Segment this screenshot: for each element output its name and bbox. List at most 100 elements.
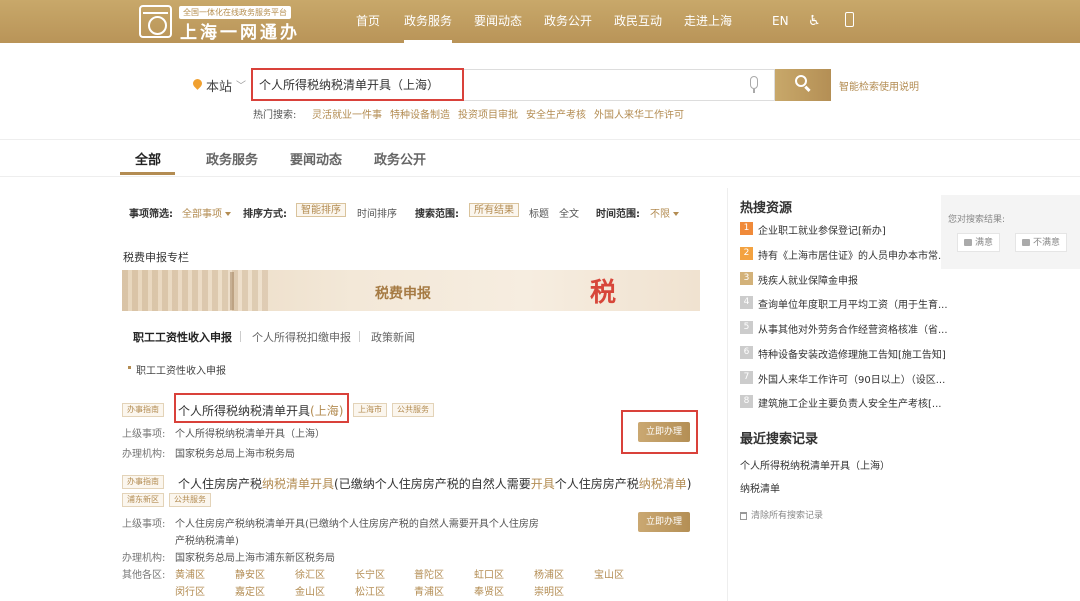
hot-search-item[interactable]: 投资项目审批 <box>458 106 518 121</box>
tab-active-indicator <box>120 172 175 175</box>
rank-badge: 6 <box>740 346 753 359</box>
district-link[interactable]: 徐汇区 <box>295 566 325 581</box>
filter-time-select[interactable]: 不限 <box>650 205 679 220</box>
mobile-icon[interactable] <box>845 12 854 27</box>
chevron-down-icon[interactable]: ﹀ <box>236 77 246 92</box>
rank-badge: 3 <box>740 272 753 285</box>
rank-badge: 4 <box>740 296 753 309</box>
hot-search-item[interactable]: 灵活就业一件事 <box>312 106 382 121</box>
recent-search-title: 最近搜索记录 <box>740 432 819 447</box>
hot-resource-item[interactable]: 特种设备安装改造修理施工告知[施工告知] <box>758 346 946 361</box>
hot-resource-item[interactable]: 建筑施工企业主要负责人安全生产考核[... <box>758 395 941 410</box>
filter-item-label: 事项筛选: <box>129 209 173 220</box>
tab-gov-open[interactable]: 政务公开 <box>374 149 426 168</box>
district-link[interactable]: 静安区 <box>235 566 265 581</box>
district-link[interactable]: 松江区 <box>355 583 385 598</box>
hot-resource-item[interactable]: 查询单位年度职工月平均工资（用于生育... <box>758 296 948 311</box>
section-link[interactable]: 职工工资性收入申报 <box>136 362 226 377</box>
parent-item-value: 个人所得税纳税清单开具（上海） <box>175 429 325 440</box>
subtab-policy-news[interactable]: 政策新闻 <box>371 329 415 345</box>
tab-news[interactable]: 要闻动态 <box>290 149 342 168</box>
scope-fulltext-option[interactable]: 全文 <box>559 205 579 220</box>
district-link[interactable]: 闵行区 <box>175 583 205 598</box>
divider <box>359 331 360 342</box>
hot-resource-item[interactable]: 从事其他对外劳务合作经营资格核准（省... <box>758 321 948 336</box>
rank-badge: 8 <box>740 395 753 408</box>
result-type-tag: 办事指南 <box>122 403 164 417</box>
thumbs-up-icon <box>964 239 972 246</box>
region-chip: 上海市 <box>353 403 387 417</box>
district-link[interactable]: 虹口区 <box>474 566 504 581</box>
recent-search-item[interactable]: 个人所得税纳税清单开具（上海） <box>740 457 890 472</box>
hot-search-item[interactable]: 安全生产考核 <box>526 106 586 121</box>
tab-gov-services[interactable]: 政务服务 <box>206 149 258 168</box>
district-link[interactable]: 长宁区 <box>355 566 385 581</box>
nav-interaction[interactable]: 政民互动 <box>614 0 662 43</box>
clear-history-link[interactable]: 清除所有搜索记录 <box>740 508 823 521</box>
feedback-panel <box>941 195 1080 269</box>
banner-title: 税费申报 <box>375 286 431 302</box>
logo-icon[interactable] <box>139 5 172 38</box>
logo-title[interactable]: 上海一网通办 <box>180 18 300 43</box>
unsatisfied-button[interactable]: 不满意 <box>1015 233 1068 252</box>
nav-news[interactable]: 要闻动态 <box>474 0 522 43</box>
lang-switch[interactable]: EN <box>772 0 789 43</box>
rank-badge: 5 <box>740 321 753 334</box>
district-link[interactable]: 黄浦区 <box>175 566 205 581</box>
search-icon[interactable] <box>795 75 807 87</box>
org-label: 办理机构: <box>122 553 166 564</box>
satisfied-button[interactable]: 满意 <box>957 233 1001 252</box>
thumbs-down-icon <box>1022 239 1030 246</box>
district-link[interactable]: 金山区 <box>295 583 325 598</box>
hot-search-item[interactable]: 外国人来华工作许可 <box>594 106 684 121</box>
filter-sort-label: 排序方式: <box>243 209 287 220</box>
category-chip: 公共服务 <box>392 403 434 417</box>
microphone-icon[interactable] <box>750 76 758 93</box>
accessibility-icon[interactable]: ♿ <box>808 13 821 29</box>
result-title[interactable]: 个人住房房产税纳税清单开具(已缴纳个人住房房产税的自然人需要开具个人住房房产税纳… <box>178 475 691 492</box>
district-link[interactable]: 崇明区 <box>534 583 564 598</box>
bullet-dot <box>128 366 131 369</box>
divider <box>240 331 241 342</box>
scope-all-chip[interactable]: 所有结果 <box>469 203 519 217</box>
subtab-withholding[interactable]: 个人所得税扣缴申报 <box>252 329 351 345</box>
tab-all[interactable]: 全部 <box>135 149 161 168</box>
parent-item-value-cont: 产税纳税清单) <box>175 536 239 547</box>
apply-now-button[interactable]: 立即办理 <box>638 512 691 532</box>
district-link[interactable]: 宝山区 <box>594 566 624 581</box>
district-link[interactable]: 普陀区 <box>414 566 444 581</box>
district-link[interactable]: 青浦区 <box>414 583 444 598</box>
hot-resource-item[interactable]: 持有《上海市居住证》的人员申办本市常... <box>758 247 948 262</box>
district-link[interactable]: 奉贤区 <box>474 583 504 598</box>
category-chip: 公共服务 <box>169 493 211 507</box>
recent-search-item[interactable]: 纳税清单 <box>740 480 780 495</box>
sort-time-option[interactable]: 时间排序 <box>357 205 397 220</box>
search-scope-select[interactable]: 本站 <box>206 76 232 95</box>
district-link[interactable]: 杨浦区 <box>534 566 564 581</box>
city-skyline-graphic <box>122 270 272 311</box>
hot-search-item[interactable]: 特种设备制造 <box>390 106 450 121</box>
nav-home[interactable]: 首页 <box>356 0 380 43</box>
filter-item-select[interactable]: 全部事项 <box>182 205 231 220</box>
hot-resources-title: 热搜资源 <box>740 201 793 216</box>
apply-now-button[interactable]: 立即办理 <box>638 422 691 442</box>
hot-search-label: 热门搜索: <box>253 110 297 121</box>
district-link[interactable]: 嘉定区 <box>235 583 265 598</box>
rank-badge: 2 <box>740 247 753 260</box>
search-help-link[interactable]: 智能检索使用说明 <box>839 78 919 93</box>
hot-resource-item[interactable]: 残疾人就业保障金申报 <box>758 272 858 287</box>
subtab-salary[interactable]: 职工工资性收入申报 <box>133 329 232 345</box>
sort-smart-chip[interactable]: 智能排序 <box>296 203 346 217</box>
parent-item-value: 个人住房房产税纳税清单开具(已缴纳个人住房房产税的自然人需要开具个人住房房 <box>175 519 539 530</box>
result-type-tag: 办事指南 <box>122 475 164 489</box>
parent-item-label: 上级事项: <box>122 429 166 440</box>
nav-gov-open[interactable]: 政务公开 <box>544 0 592 43</box>
parent-item-label: 上级事项: <box>122 519 166 530</box>
hot-resource-item[interactable]: 企业职工就业参保登记[新办] <box>758 222 886 237</box>
filter-time-label: 时间范围: <box>596 209 640 220</box>
nav-gov-services[interactable]: 政务服务 <box>404 0 453 43</box>
feedback-question: 您对搜索结果: <box>948 215 1006 225</box>
scope-title-option[interactable]: 标题 <box>529 205 549 220</box>
nav-about-shanghai[interactable]: 走进上海 <box>684 0 732 43</box>
hot-resource-item[interactable]: 外国人来华工作许可（90日以上）（设区... <box>758 371 945 386</box>
